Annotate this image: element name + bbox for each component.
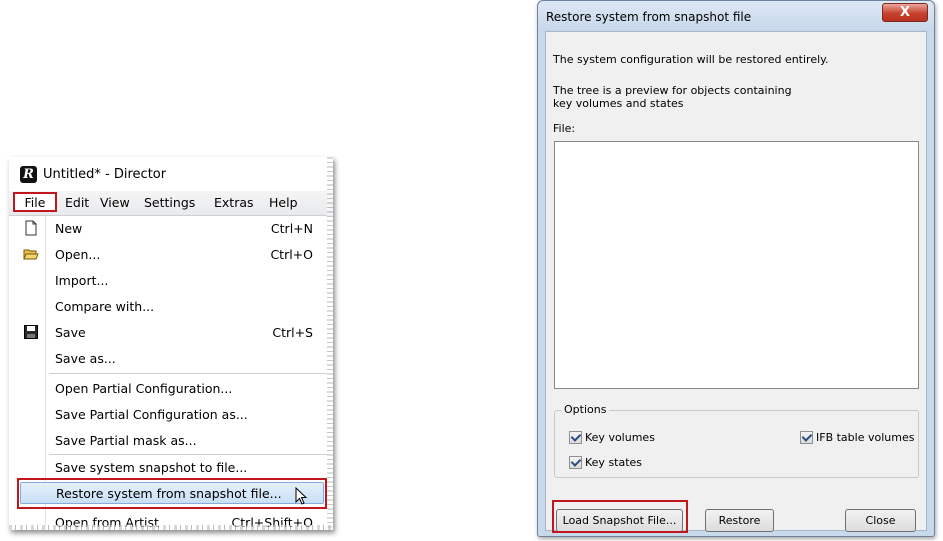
menu-edit[interactable]: Edit <box>65 195 89 210</box>
ifb-table-volumes-checkbox-row[interactable]: IFB table volumes <box>800 431 914 444</box>
menu-item-save-system-snapshot[interactable]: Save system snapshot to file... <box>9 456 327 478</box>
restore-button[interactable]: Restore <box>705 509 774 532</box>
app-logo-icon: R <box>20 165 37 183</box>
restore-snapshot-dialog: Restore system from snapshot file X The … <box>537 0 935 537</box>
menu-separator <box>49 508 327 510</box>
menu-item-label: Save Partial mask as... <box>55 432 197 448</box>
dialog-body: The system configuration will be restore… <box>545 31 927 533</box>
app-titlebar: R Untitled* - Director <box>9 157 333 191</box>
menu-item-shortcut: Ctrl+N <box>270 220 313 236</box>
dialog-description-2b: key volumes and states <box>553 97 684 110</box>
key-volumes-checkbox-row[interactable]: Key volumes <box>569 431 655 444</box>
torn-edge-bottom <box>9 525 333 530</box>
menu-item-label: Import... <box>55 272 109 288</box>
key-volumes-checkbox[interactable] <box>569 431 582 444</box>
menu-extras[interactable]: Extras <box>214 195 254 210</box>
menu-help[interactable]: Help <box>269 195 298 210</box>
menu-item-label: Restore system from snapshot file... <box>56 485 282 501</box>
snapshot-tree-preview[interactable] <box>554 141 919 389</box>
open-folder-icon <box>23 249 39 260</box>
load-snapshot-file-button[interactable]: Load Snapshot File... <box>556 509 683 532</box>
director-file-menu-screenshot: R Untitled* - Director File Edit View Se… <box>9 157 333 530</box>
menu-item-label: Save as... <box>55 350 116 366</box>
menu-item-save[interactable]: Save Ctrl+S <box>9 321 327 343</box>
menu-item-shortcut: Ctrl+S <box>272 324 313 340</box>
menu-item-save-as[interactable]: Save as... <box>9 347 327 369</box>
file-label: File: <box>553 122 576 135</box>
menu-item-label: Save Partial Configuration as... <box>55 406 248 422</box>
menu-item-open-partial-configuration[interactable]: Open Partial Configuration... <box>9 377 327 399</box>
ifb-table-volumes-label: IFB table volumes <box>816 431 915 444</box>
dialog-title: Restore system from snapshot file <box>546 10 752 24</box>
menu-view[interactable]: View <box>100 195 130 210</box>
menu-item-restore-system-from-snapshot[interactable]: Restore system from snapshot file... <box>20 482 324 505</box>
torn-edge-right <box>327 157 333 530</box>
close-button[interactable]: Close <box>845 509 916 532</box>
menu-item-label: Open Partial Configuration... <box>55 380 233 396</box>
options-label: Options <box>561 403 610 416</box>
menu-item-label: New <box>55 220 83 236</box>
key-states-checkbox[interactable] <box>569 456 582 469</box>
dialog-titlebar: Restore system from snapshot file X <box>538 1 934 31</box>
key-states-checkbox-row[interactable]: Key states <box>569 456 642 469</box>
menu-item-compare-with[interactable]: Compare with... <box>9 295 327 317</box>
options-group: Options Key volumes IFB table volumes Ke… <box>554 403 919 478</box>
key-states-label: Key states <box>585 456 643 469</box>
menu-item-label: Open... <box>55 246 101 262</box>
menu-file[interactable]: File <box>13 192 57 212</box>
app-title: Untitled* - Director <box>43 166 167 182</box>
dialog-description-1: The system configuration will be restore… <box>553 53 829 66</box>
menu-item-save-partial-mask-as[interactable]: Save Partial mask as... <box>9 429 327 451</box>
menu-settings[interactable]: Settings <box>144 195 195 210</box>
menu-item-import[interactable]: Import... <box>9 269 327 291</box>
save-disk-icon <box>24 325 38 339</box>
menu-item-shortcut: Ctrl+O <box>270 246 313 262</box>
menu-item-label: Compare with... <box>55 298 155 314</box>
menu-separator <box>49 373 327 375</box>
menubar: File Edit View Settings Extras Help <box>9 191 333 216</box>
key-volumes-label: Key volumes <box>585 431 655 444</box>
ifb-table-volumes-checkbox[interactable] <box>800 431 813 444</box>
dialog-description-2a: The tree is a preview for objects contai… <box>553 84 792 97</box>
menu-item-label: Save <box>55 324 86 340</box>
mouse-pointer-icon <box>295 487 308 505</box>
new-file-icon <box>25 220 37 236</box>
menu-item-new[interactable]: New Ctrl+N <box>9 217 327 239</box>
menu-item-open[interactable]: Open... Ctrl+O <box>9 243 327 265</box>
dialog-close-icon[interactable]: X <box>882 3 928 22</box>
menu-item-label: Save system snapshot to file... <box>55 459 248 475</box>
menu-item-save-partial-configuration-as[interactable]: Save Partial Configuration as... <box>9 403 327 425</box>
